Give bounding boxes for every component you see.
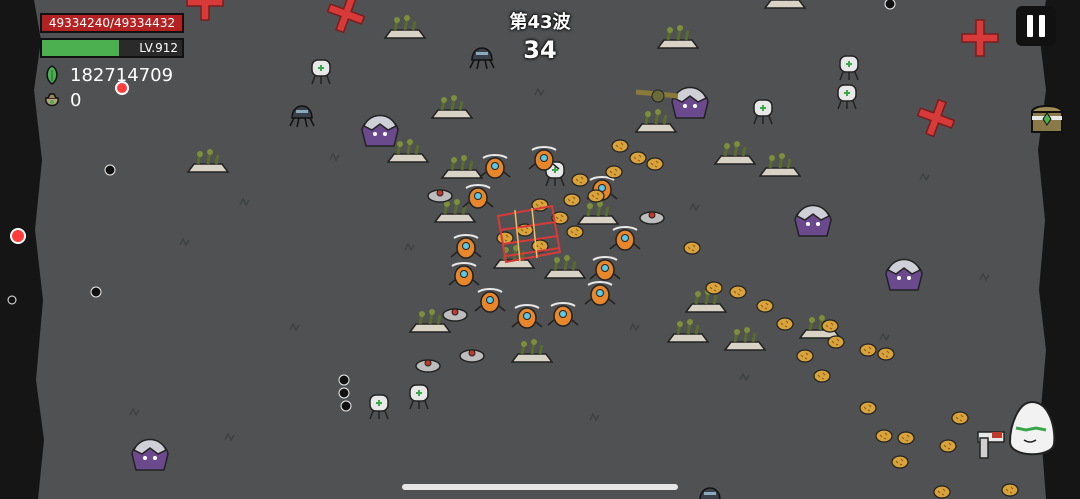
game-viewport[interactable]: 49334240/49334432 LV.912 182714709 0 第43…	[0, 0, 1080, 499]
xp-bar: LV.912	[40, 38, 184, 58]
level-text: LV.912	[139, 41, 178, 55]
hp-text: 49334240/49334432	[48, 16, 176, 30]
home-indicator[interactable]	[402, 484, 678, 490]
treasure-chest-icon[interactable]	[1030, 102, 1064, 134]
wave-timer: 34	[523, 36, 557, 64]
wave-title: 第43波	[509, 12, 571, 33]
gem-count: 182714709	[70, 64, 174, 86]
gem-counter: 182714709	[42, 64, 173, 86]
pause-button[interactable]	[1016, 6, 1056, 46]
bag-count: 0	[70, 89, 82, 111]
pause-icon	[1027, 15, 1045, 37]
bag-counter: 0	[42, 89, 81, 111]
loot-bag-icon	[45, 93, 59, 107]
hp-bar: 49334240/49334432	[40, 13, 184, 33]
xp-fill	[42, 40, 119, 56]
green-gem-icon	[46, 65, 58, 85]
